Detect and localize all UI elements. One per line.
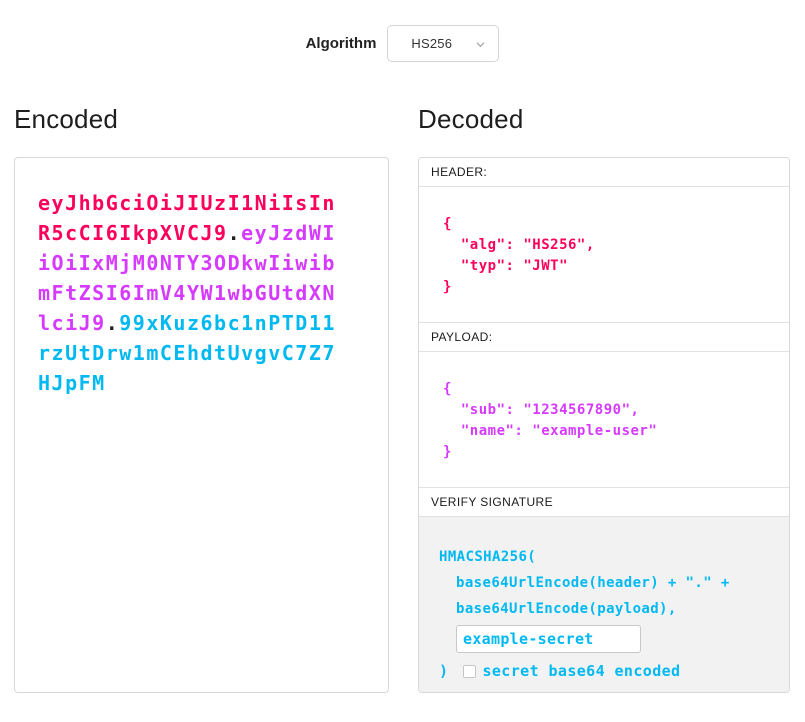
algorithm-row: Algorithm HS256 [0, 25, 805, 62]
algorithm-select[interactable]: HS256 [387, 25, 499, 62]
signature-close-row: ) secret base64 encoded [439, 659, 789, 683]
verify-signature-section-label: VERIFY SIGNATURE [419, 488, 789, 517]
secret-base64-checkbox[interactable] [463, 665, 476, 678]
secret-input[interactable] [456, 625, 641, 653]
encoded-panel: Encoded eyJhbGciOiJIUzI1NiIsInR5cCI6IkpX… [14, 104, 389, 693]
main-columns: Encoded eyJhbGciOiJIUzI1NiIsInR5cCI6IkpX… [14, 104, 790, 693]
header-section-label: HEADER: [419, 158, 789, 187]
token-separator-dot: . [228, 221, 242, 245]
decoded-header-json[interactable]: { "alg": "HS256", "typ": "JWT" } [419, 187, 789, 323]
payload-section-label: PAYLOAD: [419, 323, 789, 352]
chevron-down-icon [476, 40, 485, 49]
encoded-title: Encoded [14, 104, 389, 134]
algorithm-selected-value: HS256 [388, 36, 452, 51]
secret-base64-label[interactable]: secret base64 encoded [482, 659, 680, 683]
decoded-panel: Decoded HEADER: { "alg": "HS256", "typ":… [418, 104, 790, 693]
decoded-box: HEADER: { "alg": "HS256", "typ": "JWT" }… [418, 157, 790, 693]
signature-closing-paren: ) [439, 659, 448, 683]
decoded-title: Decoded [418, 104, 790, 134]
encoded-token-editor[interactable]: eyJhbGciOiJIUzI1NiIsInR5cCI6IkpXVCJ9.eyJ… [14, 157, 389, 693]
verify-signature-area: HMACSHA256( base64UrlEncode(header) + ".… [419, 517, 789, 692]
token-separator-dot: . [106, 311, 120, 335]
signature-code-line-1: HMACSHA256( [439, 544, 789, 570]
decoded-payload-json[interactable]: { "sub": "1234567890", "name": "example-… [419, 352, 789, 488]
algorithm-label: Algorithm [306, 35, 377, 52]
signature-code-line-2: base64UrlEncode(header) + "." + [439, 570, 789, 596]
signature-code-line-3: base64UrlEncode(payload), [439, 596, 789, 622]
